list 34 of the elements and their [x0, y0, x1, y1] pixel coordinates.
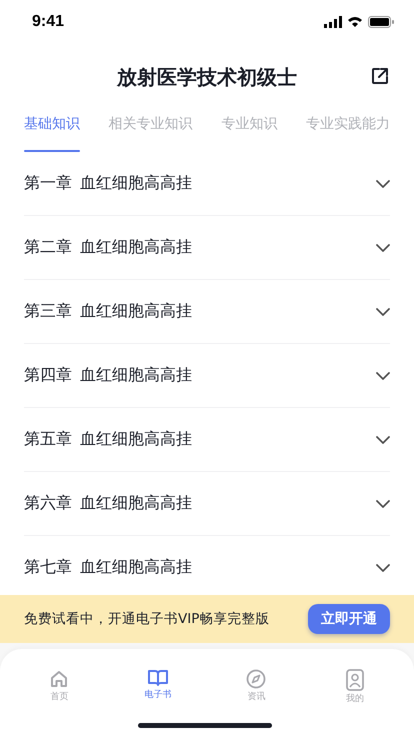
nav-tab[interactable]: 资讯: [226, 669, 286, 705]
chapter-title: 第五章 血红细胞高高挂: [24, 429, 192, 450]
nav-tab[interactable]: 电子书: [128, 669, 188, 705]
nav-tab[interactable]: 首页: [29, 669, 90, 705]
share-button[interactable]: [370, 66, 390, 86]
page-title: 放射医学技术初级士: [117, 64, 297, 90]
home-icon: [49, 669, 70, 689]
chapter-title: 第四章 血红细胞高高挂: [24, 365, 192, 386]
chapter-title: 第三章 血红细胞高高挂: [24, 301, 192, 322]
compass-icon: [246, 669, 266, 689]
wifi-icon: [347, 16, 363, 28]
subscribe-button[interactable]: 立即开通: [308, 604, 390, 634]
chapter-title: 第一章 血红细胞高高挂: [24, 173, 192, 194]
chapter-row[interactable]: 第二章 血红细胞高高挂: [24, 216, 390, 280]
chapter-title: 第六章 血红细胞高高挂: [24, 493, 192, 514]
chapter-row[interactable]: 第四章 血红细胞高高挂: [24, 344, 390, 408]
battery-icon: [368, 16, 394, 28]
chapter-title: 第七章 血红细胞高高挂: [24, 557, 192, 578]
category-tab[interactable]: 专业实践能力: [306, 110, 390, 152]
share-icon: [370, 66, 390, 86]
status-time: 9:41: [32, 13, 64, 31]
chapter-row[interactable]: 第六章 血红细胞高高挂: [24, 472, 390, 536]
promo-text: 免费试看中，开通电子书VIP畅享完整版: [24, 610, 270, 628]
category-tab[interactable]: 基础知识: [24, 110, 80, 152]
chapter-row[interactable]: 第五章 血红细胞高高挂: [24, 408, 390, 472]
person-icon: [344, 669, 365, 691]
category-tab[interactable]: 相关专业知识: [108, 110, 193, 152]
chapter-row[interactable]: 第三章 血红细胞高高挂: [24, 280, 390, 344]
category-tab[interactable]: 专业知识: [221, 110, 278, 152]
book-icon: [146, 669, 169, 687]
chapter-title: 第二章 血红细胞高高挂: [24, 237, 192, 258]
signal-icon: [324, 16, 342, 28]
nav-tab[interactable]: 我的: [324, 669, 385, 705]
chapter-row[interactable]: 第一章 血红细胞高高挂: [24, 152, 390, 216]
